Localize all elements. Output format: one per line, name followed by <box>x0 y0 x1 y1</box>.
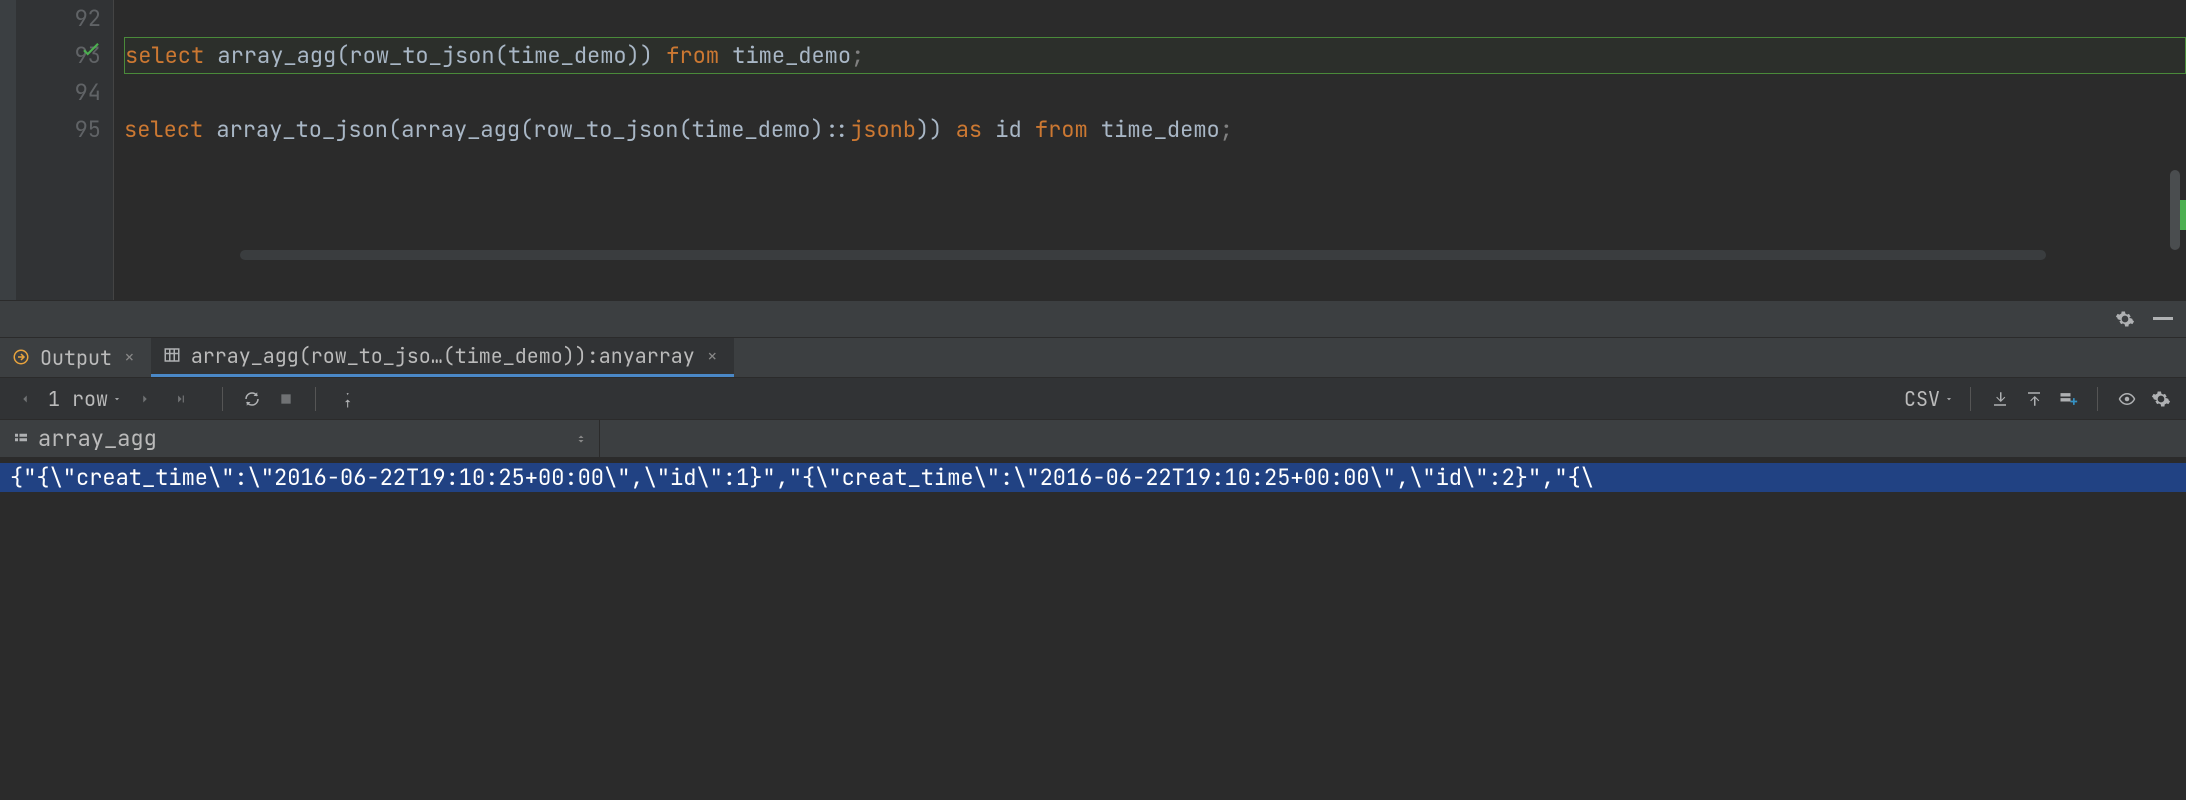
row-count[interactable]: 1 row <box>48 386 122 412</box>
eye-icon[interactable] <box>2114 386 2140 412</box>
tab-label: array_agg(row_to_jso…(time_demo)):anyarr… <box>191 343 695 369</box>
export-format-dropdown[interactable]: CSV <box>1904 386 1954 412</box>
prev-page-icon[interactable] <box>12 386 38 412</box>
pin-icon[interactable] <box>332 386 358 412</box>
close-icon[interactable]: × <box>703 345 722 368</box>
code-content[interactable]: select array_agg(row_to_json(time_demo))… <box>114 0 2186 300</box>
row-count-label: 1 row <box>48 386 108 412</box>
divider <box>1970 387 1971 411</box>
vertical-scrollbar[interactable] <box>2170 170 2180 250</box>
table-cell[interactable]: {"{\"creat_time\":\"2016-06-22T19:10:25+… <box>0 463 2186 492</box>
divider <box>222 387 223 411</box>
code-editor[interactable]: 92 93 94 95 select array_agg(row_to_json… <box>0 0 2186 300</box>
upload-icon[interactable] <box>2021 386 2047 412</box>
gutter: 92 93 94 95 <box>16 0 114 300</box>
code-line[interactable] <box>124 74 2186 111</box>
download-icon[interactable] <box>1987 386 2013 412</box>
gear-icon[interactable] <box>2148 386 2174 412</box>
column-header[interactable]: array_agg <box>0 420 600 457</box>
chevron-down-icon <box>112 394 122 404</box>
minimize-icon[interactable] <box>2150 306 2176 332</box>
line-number[interactable]: 95 <box>16 111 113 148</box>
stop-icon[interactable] <box>273 386 299 412</box>
code-line[interactable] <box>124 0 2186 37</box>
panel-header-strip <box>0 300 2186 338</box>
divider <box>2097 387 2098 411</box>
last-page-icon[interactable] <box>168 386 194 412</box>
divider <box>315 387 316 411</box>
reload-icon[interactable] <box>239 386 265 412</box>
editor-left-margin <box>0 0 16 300</box>
column-name: array_agg <box>38 424 157 453</box>
close-icon[interactable]: × <box>120 346 139 369</box>
format-label: CSV <box>1904 386 1940 412</box>
check-icon <box>78 38 104 64</box>
result-tabs: Output × array_agg(row_to_jso…(time_demo… <box>0 338 2186 378</box>
gear-icon[interactable] <box>2112 306 2138 332</box>
horizontal-scrollbar[interactable] <box>240 250 2046 260</box>
editor-marker <box>2180 200 2186 230</box>
sort-icon[interactable] <box>575 431 587 447</box>
add-row-icon[interactable] <box>2055 386 2081 412</box>
chevron-down-icon <box>1944 394 1954 404</box>
code-line-active[interactable]: select array_agg(row_to_json(time_demo))… <box>124 37 2186 74</box>
tab-output[interactable]: Output × <box>0 338 151 377</box>
table-icon <box>163 346 183 366</box>
column-type-icon <box>12 430 30 448</box>
empty-area <box>0 496 2186 800</box>
result-header-row: array_agg <box>0 420 2186 458</box>
next-page-icon[interactable] <box>132 386 158 412</box>
line-number[interactable]: 92 <box>16 0 113 37</box>
output-icon <box>12 348 32 368</box>
table-row[interactable]: {"{\"creat_time\":\"2016-06-22T19:10:25+… <box>0 458 2186 496</box>
line-number[interactable]: 94 <box>16 74 113 111</box>
tab-label: Output <box>40 345 112 371</box>
result-toolbar: 1 row CSV <box>0 378 2186 420</box>
code-line[interactable]: select array_to_json(array_agg(row_to_js… <box>124 111 2186 148</box>
tab-result[interactable]: array_agg(row_to_jso…(time_demo)):anyarr… <box>151 338 734 377</box>
